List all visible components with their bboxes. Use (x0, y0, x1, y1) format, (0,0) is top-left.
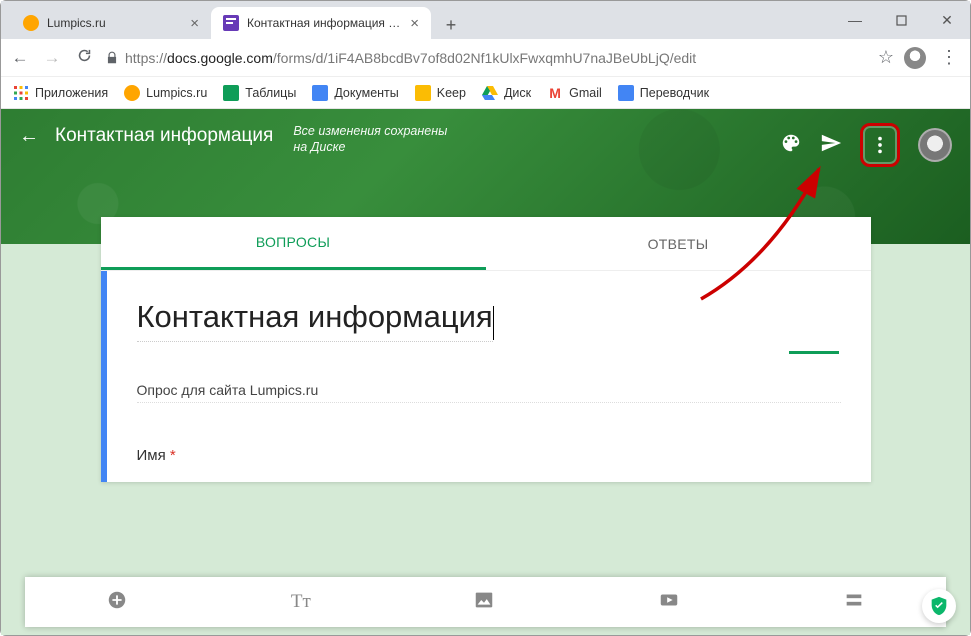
send-button[interactable] (820, 132, 842, 159)
bookmark-label: Keep (437, 86, 466, 100)
sheets-icon (223, 85, 239, 101)
form-title-input[interactable]: Контактная информация (137, 299, 493, 342)
favicon-forms (223, 15, 239, 31)
reload-button[interactable] (73, 47, 95, 69)
browser-tab-strip: Lumpics.ru × Контактная информация - Goo… (1, 1, 970, 39)
question-1-label: Имя * (137, 447, 841, 464)
save-status: Все изменения сохранены на Диске (293, 123, 447, 156)
chrome-menu-icon[interactable]: ⋮ (936, 47, 962, 68)
form-description-input[interactable]: Опрос для сайта Lumpics.ru (137, 382, 841, 403)
url-path: /forms/d/1iF4AB8bcdBv7of8d02Nf1kUlxFwxqm… (273, 50, 696, 66)
address-bar: ← → https://docs.google.com/forms/d/1iF4… (1, 39, 970, 77)
question-text: Имя (137, 447, 166, 464)
question-toolbar: Tᴛ (25, 577, 946, 627)
forms-title[interactable]: Контактная информация (55, 125, 273, 147)
add-title-button[interactable]: Tᴛ (291, 591, 311, 613)
back-button[interactable]: ← (9, 48, 31, 68)
maximize-button[interactable] (878, 1, 924, 39)
add-question-button[interactable] (106, 589, 128, 616)
browser-tab-forms[interactable]: Контактная информация - Goo… × (211, 7, 431, 39)
profile-avatar-small[interactable] (904, 47, 926, 69)
bookmark-label: Gmail (569, 86, 602, 100)
favicon-lumpics (23, 15, 39, 31)
close-tab-icon[interactable]: × (190, 15, 199, 32)
tab-responses[interactable]: ОТВЕТЫ (486, 217, 871, 270)
add-image-button[interactable] (473, 589, 495, 616)
bookmark-item[interactable]: M Gmail (547, 85, 602, 101)
shield-check-icon (928, 595, 950, 617)
required-asterisk: * (170, 447, 176, 464)
url-box[interactable]: https://docs.google.com/forms/d/1iF4AB8b… (105, 50, 868, 66)
lock-icon (105, 51, 119, 65)
send-icon (820, 132, 842, 154)
gmail-icon: M (547, 85, 563, 101)
video-icon (658, 589, 680, 611)
bookmark-label: Таблицы (245, 86, 296, 100)
bookmark-item[interactable]: Переводчик (618, 85, 709, 101)
docs-icon (312, 85, 328, 101)
bookmarks-bar: Приложения Lumpics.ru Таблицы Документы … (1, 77, 970, 109)
close-tab-icon[interactable]: × (410, 15, 419, 32)
bookmark-item[interactable]: Таблицы (223, 85, 296, 101)
browser-tab-lumpics[interactable]: Lumpics.ru × (11, 7, 211, 39)
form-card: ВОПРОСЫ ОТВЕТЫ Контактная информация Опр… (101, 217, 871, 482)
form-tabs: ВОПРОСЫ ОТВЕТЫ (101, 217, 871, 271)
bookmark-label: Lumpics.ru (146, 86, 207, 100)
close-button[interactable]: ✕ (924, 1, 970, 39)
bookmark-star-icon[interactable]: ☆ (878, 47, 894, 68)
url-scheme: https:// (125, 50, 167, 66)
save-status-line2: на Диске (293, 140, 345, 154)
tab-label: Lumpics.ru (47, 16, 106, 30)
bookmark-label: Переводчик (640, 86, 709, 100)
palette-icon (780, 132, 802, 154)
translate-icon (618, 85, 634, 101)
apps-grid-icon (13, 85, 29, 101)
more-menu-highlight (860, 123, 900, 167)
reload-icon (76, 47, 93, 64)
app-viewport: ← Контактная информация Все изменения со… (1, 109, 970, 635)
section-icon (843, 589, 865, 611)
bookmark-icon (124, 85, 140, 101)
tab-questions[interactable]: ВОПРОСЫ (101, 217, 486, 270)
form-title-card[interactable]: Контактная информация Опрос для сайта Lu… (101, 271, 871, 482)
accent-underline (789, 351, 839, 354)
maximize-icon (896, 15, 907, 26)
more-vert-icon (869, 134, 891, 156)
bookmark-item[interactable]: Keep (415, 85, 466, 101)
new-tab-button[interactable]: + (437, 11, 465, 39)
add-circle-icon (106, 589, 128, 611)
tab-label: Контактная информация - Goo… (247, 16, 402, 30)
more-menu-button[interactable] (865, 130, 895, 160)
bookmark-item[interactable]: Lumpics.ru (124, 85, 207, 101)
keep-icon (415, 85, 431, 101)
bookmark-item[interactable]: Документы (312, 85, 398, 101)
text-cursor (493, 306, 494, 340)
drive-icon (482, 85, 498, 101)
apps-button[interactable]: Приложения (13, 85, 108, 101)
image-icon (473, 589, 495, 611)
forms-back-button[interactable]: ← (19, 125, 39, 148)
minimize-button[interactable]: — (832, 1, 878, 39)
forward-button[interactable]: → (41, 48, 63, 68)
add-video-button[interactable] (658, 589, 680, 616)
apps-label: Приложения (35, 86, 108, 100)
adguard-badge[interactable] (922, 589, 956, 623)
save-status-line1: Все изменения сохранены (293, 124, 447, 138)
add-section-button[interactable] (843, 589, 865, 616)
bookmark-item[interactable]: Диск (482, 85, 531, 101)
bookmark-label: Диск (504, 86, 531, 100)
theme-button[interactable] (780, 132, 802, 159)
url-host: docs.google.com (167, 50, 273, 66)
account-avatar[interactable] (918, 128, 952, 162)
window-controls: — ✕ (832, 1, 970, 39)
bookmark-label: Документы (334, 86, 398, 100)
